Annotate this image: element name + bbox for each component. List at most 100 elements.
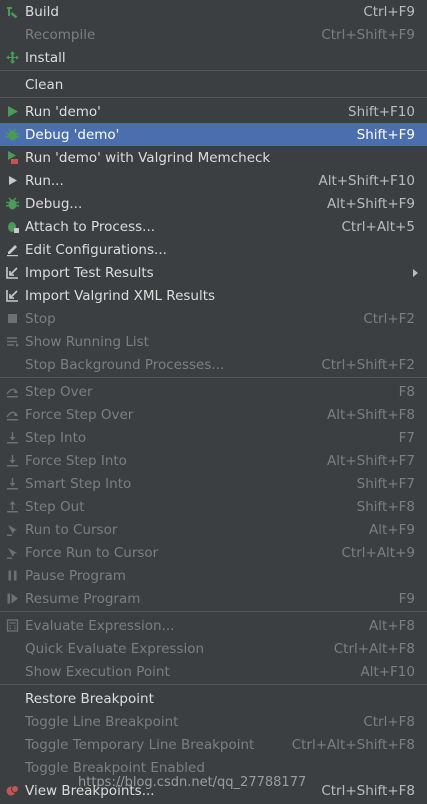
build-icon <box>5 4 20 19</box>
menu-item-shortcut: Ctrl+F9 <box>363 3 415 20</box>
menu-item-label: Pause Program <box>25 567 126 584</box>
menu-item-debug-dialog[interactable]: Debug... Alt+Shift+F9 <box>0 192 427 215</box>
menu-item-force-run-to-cursor[interactable]: Force Run to Cursor Ctrl+Alt+9 <box>0 541 427 564</box>
menu-item-label: Resume Program <box>25 590 141 607</box>
menu-item-shortcut: Shift+F9 <box>356 126 415 143</box>
import-icon <box>5 265 20 280</box>
menu-item-run-to-cursor[interactable]: Run to Cursor Alt+F9 <box>0 518 427 541</box>
menu-item-label: Toggle Line Breakpoint <box>25 713 179 730</box>
menu-item-attach-process[interactable]: Attach to Process... Ctrl+Alt+5 <box>0 215 427 238</box>
menu-item-shortcut: Ctrl+Alt+Shift+F8 <box>291 736 415 753</box>
menu-item-install[interactable]: Install <box>0 46 427 69</box>
menu-item-label: Smart Step Into <box>25 475 132 492</box>
run-outline-icon <box>5 173 20 188</box>
cursor-icon <box>5 522 20 537</box>
step-into-icon <box>5 453 20 468</box>
menu-item-shortcut: Ctrl+F2 <box>363 310 415 327</box>
menu-item-step-over[interactable]: Step Over F8 <box>0 380 427 403</box>
menu-item-shortcut: Ctrl+Alt+5 <box>341 218 415 235</box>
breakpoint-icon <box>5 783 20 798</box>
menu-item-label: Import Test Results <box>25 264 154 281</box>
menu-item-label: Install <box>25 49 66 66</box>
menu-item-label: Build <box>25 3 59 20</box>
menu-item-import-test-results[interactable]: Import Test Results <box>0 261 427 284</box>
menu-item-pause-program[interactable]: Pause Program <box>0 564 427 587</box>
menu-item-resume-program[interactable]: Resume Program F9 <box>0 587 427 610</box>
menu-item-shortcut: Shift+F8 <box>356 498 415 515</box>
menu-item-shortcut: Ctrl+Shift+F9 <box>321 26 415 43</box>
menu-item-label: Debug 'demo' <box>25 126 120 143</box>
menu-item-force-step-into[interactable]: Force Step Into Alt+Shift+F7 <box>0 449 427 472</box>
menu-item-shortcut: Ctrl+F8 <box>363 713 415 730</box>
menu-item-force-step-over[interactable]: Force Step Over Alt+Shift+F8 <box>0 403 427 426</box>
menu-item-label: Recompile <box>25 26 96 43</box>
menu-item-shortcut: Shift+F10 <box>348 103 415 120</box>
pause-icon <box>5 568 20 583</box>
menu-item-show-running-list[interactable]: Show Running List <box>0 330 427 353</box>
menu-item-smart-step-into[interactable]: Smart Step Into Shift+F7 <box>0 472 427 495</box>
menu-item-import-valgrind[interactable]: Import Valgrind XML Results <box>0 284 427 307</box>
import-icon <box>5 288 20 303</box>
attach-icon <box>5 219 20 234</box>
calculator-icon <box>5 618 20 633</box>
menu-item-label: Stop <box>25 310 56 327</box>
step-into-icon <box>5 430 20 445</box>
menu-item-shortcut: F9 <box>398 590 415 607</box>
menu-item-view-breakpoints[interactable]: View Breakpoints... Ctrl+Shift+F8 <box>0 779 427 802</box>
menu-item-label: Show Execution Point <box>25 663 170 680</box>
menu-item-label: Attach to Process... <box>25 218 156 235</box>
step-out-icon <box>5 499 20 514</box>
menu-item-shortcut: Alt+F10 <box>360 663 415 680</box>
menu-item-shortcut: Ctrl+Alt+9 <box>341 544 415 561</box>
menu-item-run-valgrind[interactable]: Run 'demo' with Valgrind Memcheck <box>0 146 427 169</box>
menu-item-toggle-line-breakpoint[interactable]: Toggle Line Breakpoint Ctrl+F8 <box>0 710 427 733</box>
menu-item-edit-configurations[interactable]: Edit Configurations... <box>0 238 427 261</box>
menu-item-shortcut: F8 <box>398 383 415 400</box>
menu-item-stop[interactable]: Stop Ctrl+F2 <box>0 307 427 330</box>
menu-item-show-execution-point[interactable]: Show Execution Point Alt+F10 <box>0 660 427 683</box>
menu-item-restore-breakpoint[interactable]: Restore Breakpoint <box>0 687 427 710</box>
submenu-arrow-icon <box>413 269 418 277</box>
menu-item-step-out[interactable]: Step Out Shift+F8 <box>0 495 427 518</box>
menu-item-label: Import Valgrind XML Results <box>25 287 216 304</box>
menu-item-shortcut: Alt+F9 <box>369 521 415 538</box>
edit-icon <box>5 242 20 257</box>
list-icon <box>5 334 20 349</box>
menu-item-debug-demo[interactable]: Debug 'demo' Shift+F9 <box>0 123 427 146</box>
menu-item-label: Force Step Over <box>25 406 134 423</box>
menu-item-run-dialog[interactable]: Run... Alt+Shift+F10 <box>0 169 427 192</box>
menu-item-step-into[interactable]: Step Into F7 <box>0 426 427 449</box>
menu-item-shortcut: Alt+Shift+F10 <box>318 172 415 189</box>
menu-item-run-demo[interactable]: Run 'demo' Shift+F10 <box>0 100 427 123</box>
menu-item-shortcut: Alt+Shift+F7 <box>327 452 415 469</box>
menu-item-label: Force Run to Cursor <box>25 544 159 561</box>
menu-item-toggle-temporary-breakpoint[interactable]: Toggle Temporary Line Breakpoint Ctrl+Al… <box>0 733 427 756</box>
valgrind-icon <box>5 150 20 165</box>
menu-item-label: Step Into <box>25 429 87 446</box>
menu-item-evaluate-expression[interactable]: Evaluate Expression... Alt+F8 <box>0 614 427 637</box>
menu-item-label: Debug... <box>25 195 83 212</box>
menu-item-label: Clean <box>25 76 64 93</box>
menu-item-label: Stop Background Processes... <box>25 356 225 373</box>
menu-item-build[interactable]: Build Ctrl+F9 <box>0 0 427 23</box>
menu-item-label: Show Running List <box>25 333 149 350</box>
menu-item-shortcut: Alt+F8 <box>369 617 415 634</box>
menu-item-recompile[interactable]: Recompile Ctrl+Shift+F9 <box>0 23 427 46</box>
menu-item-label: Restore Breakpoint <box>25 690 154 707</box>
step-over-icon <box>5 407 20 422</box>
menu-item-shortcut: F7 <box>398 429 415 446</box>
menu-item-label: Run 'demo' <box>25 103 101 120</box>
menu-item-shortcut: Ctrl+Alt+F8 <box>333 640 415 657</box>
step-over-icon <box>5 384 20 399</box>
run-menu: Build Ctrl+F9 Recompile Ctrl+Shift+F9 In… <box>0 0 427 804</box>
menu-item-clean[interactable]: Clean <box>0 73 427 96</box>
menu-item-label: Quick Evaluate Expression <box>25 640 205 657</box>
menu-item-label: Edit Configurations... <box>25 241 167 258</box>
menu-item-shortcut: Alt+Shift+F8 <box>327 406 415 423</box>
menu-item-toggle-breakpoint-enabled[interactable]: Toggle Breakpoint Enabled <box>0 756 427 779</box>
menu-item-stop-background[interactable]: Stop Background Processes... Ctrl+Shift+… <box>0 353 427 376</box>
menu-item-label: Run... <box>25 172 64 189</box>
menu-item-shortcut: Alt+Shift+F9 <box>327 195 415 212</box>
menu-item-quick-evaluate[interactable]: Quick Evaluate Expression Ctrl+Alt+F8 <box>0 637 427 660</box>
menu-item-label: Evaluate Expression... <box>25 617 175 634</box>
